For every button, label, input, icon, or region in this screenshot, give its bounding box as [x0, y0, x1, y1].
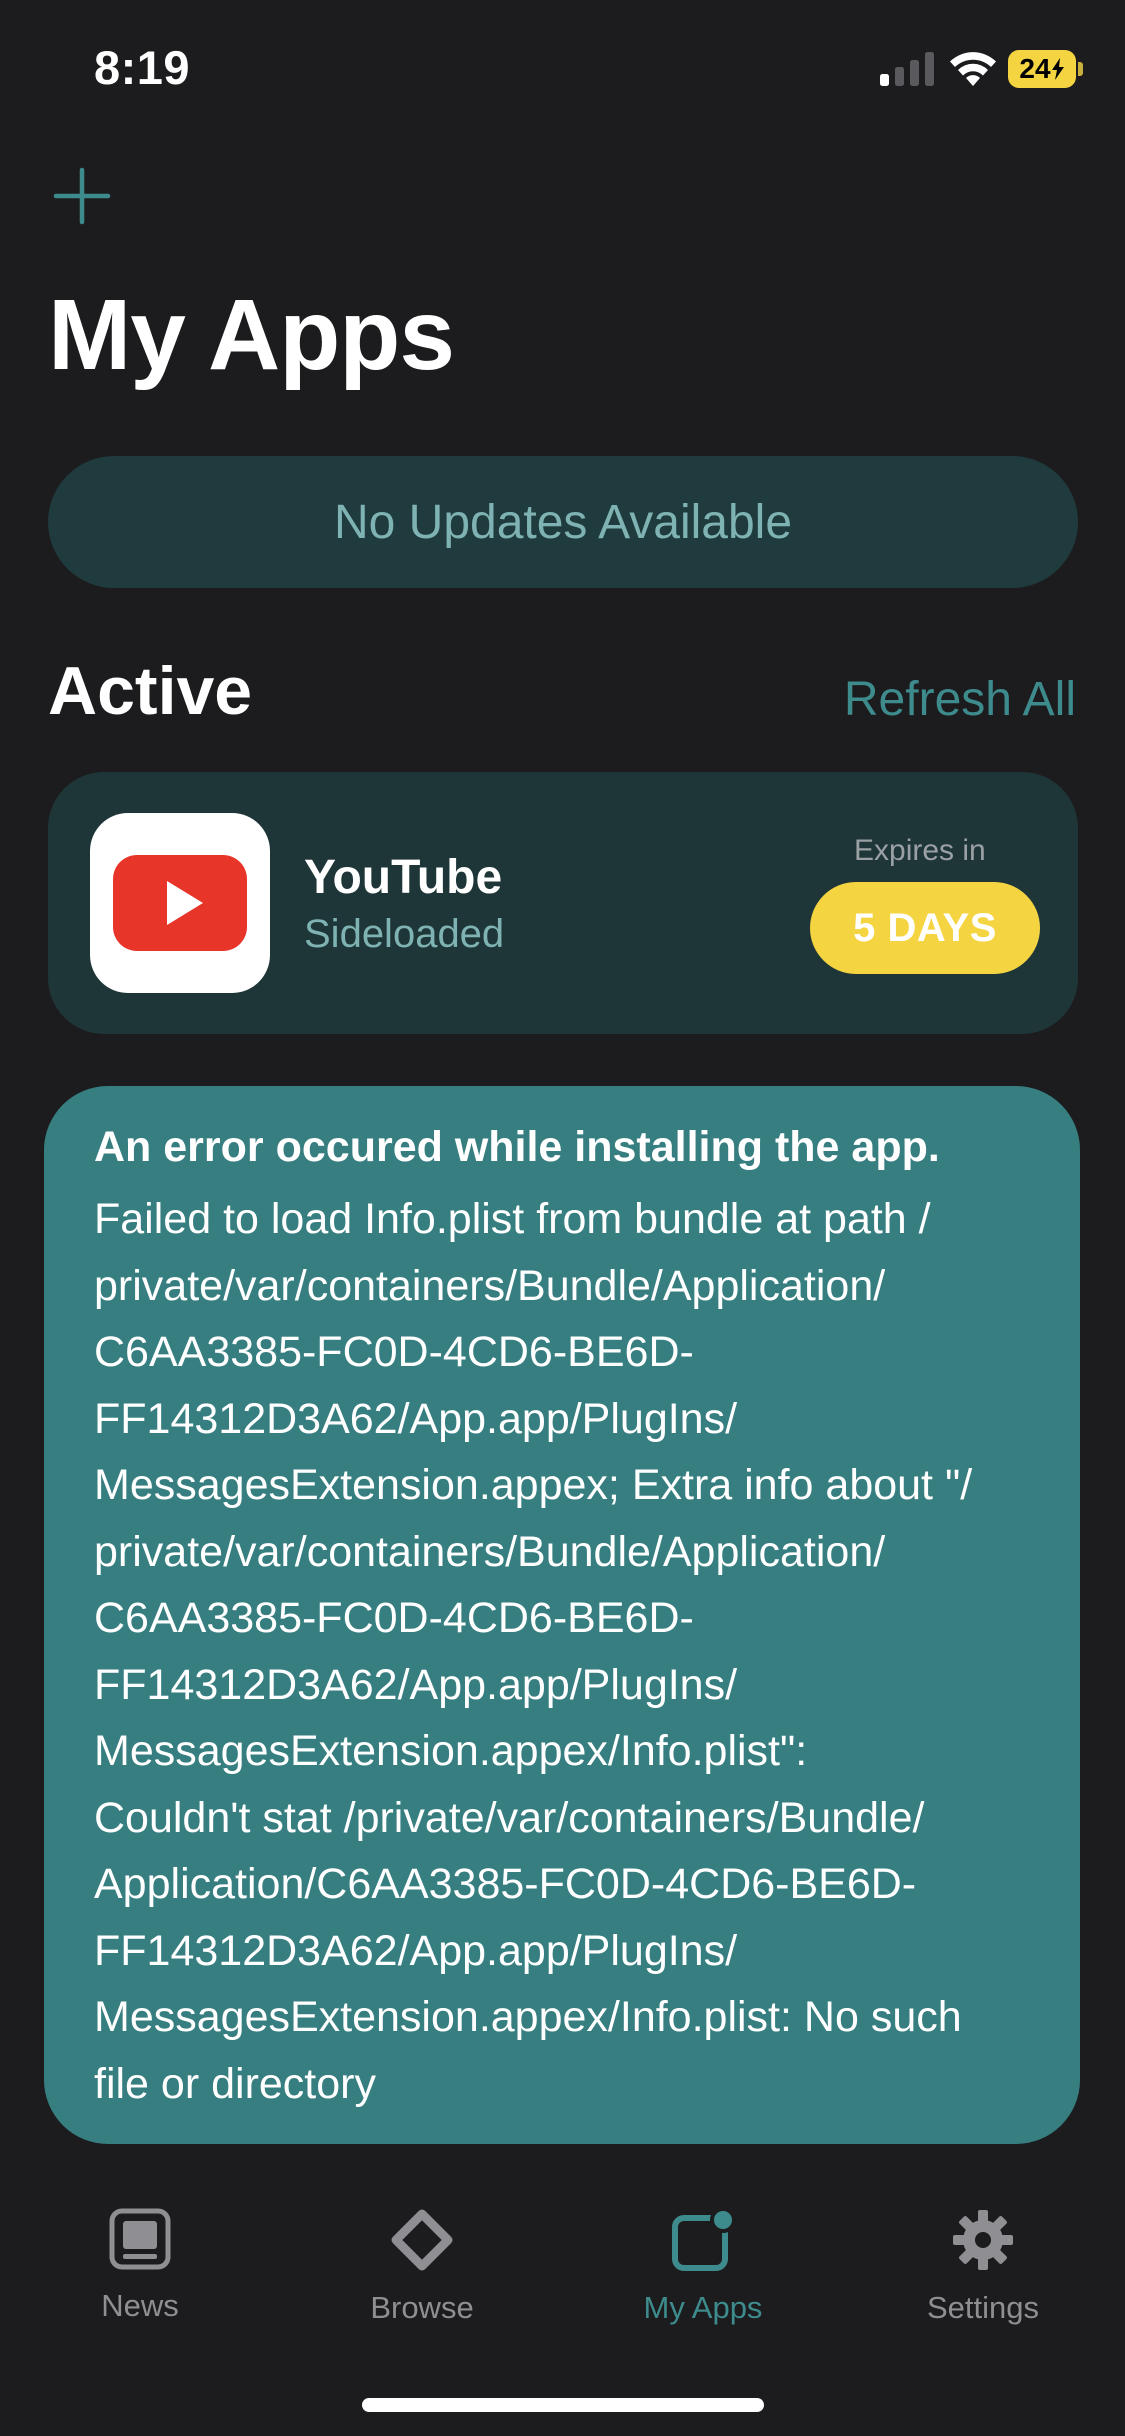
error-message-card[interactable]: An error occured while installing the ap…: [44, 1086, 1080, 2144]
expires-badge-button[interactable]: 5 DAYS: [810, 882, 1040, 974]
tab-bar: News Browse My Apps Settings: [0, 2170, 1125, 2436]
battery-level: 24: [1008, 50, 1076, 88]
tab-news[interactable]: News: [20, 2208, 260, 2348]
error-line: C6AA3385-FC0D-4CD6-BE6D-: [94, 1594, 694, 1642]
tab-my-apps[interactable]: My Apps: [583, 2208, 823, 2348]
error-line: FF14312D3A62/App.app/PlugIns/: [94, 1660, 738, 1709]
tab-browse[interactable]: Browse: [302, 2208, 542, 2348]
error-line: private/var/containers/Bundle/Applicatio…: [94, 1527, 886, 1576]
charging-bolt-icon: [1051, 58, 1064, 80]
tab-label: News: [101, 2288, 179, 2323]
status-time: 8:19: [94, 41, 191, 94]
section-title-active: Active: [48, 653, 253, 729]
error-line: Failed to load Info.plist from bundle at…: [94, 1195, 931, 1243]
no-updates-banner[interactable]: No Updates Available: [48, 456, 1078, 588]
no-updates-label: No Updates Available: [333, 495, 793, 549]
error-title: An error occured while installing the ap…: [94, 1123, 940, 1171]
browse-icon: [391, 2209, 453, 2271]
error-line: MessagesExtension.appex/Info.plist: No s…: [94, 1993, 962, 2041]
tab-label: Settings: [926, 2290, 1039, 2325]
expires-value: 5 DAYS: [853, 905, 997, 950]
battery-percent: 24: [1019, 53, 1051, 84]
refresh-all-button[interactable]: Refresh All: [844, 672, 1076, 727]
gear-icon: [953, 2210, 1013, 2270]
error-line: FF14312D3A62/App.app/PlugIns/: [94, 1926, 738, 1975]
tab-settings[interactable]: Settings: [863, 2208, 1103, 2348]
home-indicator[interactable]: [362, 2398, 764, 2412]
cellular-signal-icon: [880, 52, 934, 86]
error-line: file or directory: [94, 2059, 376, 2108]
battery-charging-icon: 24: [1008, 50, 1084, 88]
app-name: YouTube: [304, 851, 503, 904]
plus-icon[interactable]: [52, 166, 112, 226]
error-line: FF14312D3A62/App.app/PlugIns/: [94, 1394, 738, 1443]
app-subtitle: Sideloaded: [304, 912, 505, 956]
error-line: Couldn't stat /private/var/containers/Bu…: [94, 1793, 925, 1842]
status-bar: 8:19 24: [0, 0, 1125, 140]
error-line: C6AA3385-FC0D-4CD6-BE6D-: [94, 1328, 694, 1376]
error-body: Failed to load Info.plist from bundle at…: [94, 1186, 1032, 2117]
error-line: Application/C6AA3385-FC0D-4CD6-BE6D-: [94, 1860, 917, 1908]
youtube-icon[interactable]: [90, 813, 270, 993]
wifi-icon: [950, 52, 996, 86]
expires-label: Expires in: [854, 834, 986, 867]
error-line: MessagesExtension.appex/Info.plist":: [94, 1727, 808, 1775]
tab-label: Browse: [370, 2290, 474, 2325]
my-apps-icon: [672, 2208, 735, 2271]
news-icon: [109, 2208, 171, 2270]
tab-label: My Apps: [643, 2290, 763, 2325]
page-title: My Apps: [48, 279, 455, 391]
app-card-youtube[interactable]: YouTube Sideloaded Expires in 5 DAYS: [48, 772, 1078, 1034]
error-line: MessagesExtension.appex; Extra info abou…: [94, 1461, 973, 1509]
error-line: private/var/containers/Bundle/Applicatio…: [94, 1261, 886, 1310]
